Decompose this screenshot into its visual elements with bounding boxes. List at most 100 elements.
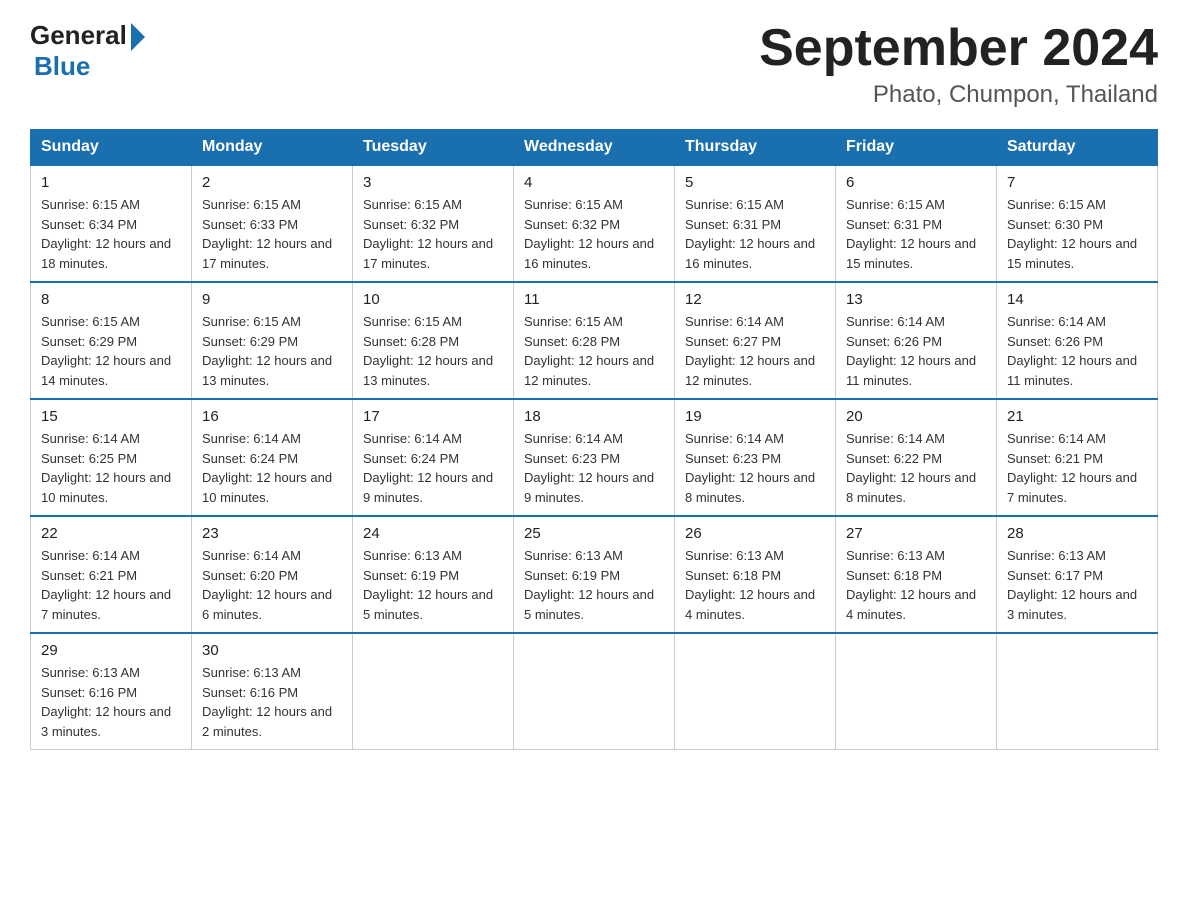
day-number: 28 — [1007, 525, 1147, 542]
day-info: Sunrise: 6:15 AM Sunset: 6:33 PM Dayligh… — [202, 195, 342, 273]
day-cell: 2 Sunrise: 6:15 AM Sunset: 6:33 PM Dayli… — [192, 165, 353, 282]
day-info: Sunrise: 6:14 AM Sunset: 6:20 PM Dayligh… — [202, 546, 342, 624]
day-info: Sunrise: 6:13 AM Sunset: 6:17 PM Dayligh… — [1007, 546, 1147, 624]
day-info: Sunrise: 6:14 AM Sunset: 6:27 PM Dayligh… — [685, 312, 825, 390]
day-info: Sunrise: 6:13 AM Sunset: 6:19 PM Dayligh… — [524, 546, 664, 624]
col-header-saturday: Saturday — [997, 130, 1158, 166]
day-cell: 13 Sunrise: 6:14 AM Sunset: 6:26 PM Dayl… — [836, 282, 997, 399]
day-info: Sunrise: 6:15 AM Sunset: 6:29 PM Dayligh… — [202, 312, 342, 390]
day-number: 5 — [685, 174, 825, 191]
day-number: 13 — [846, 291, 986, 308]
day-cell: 24 Sunrise: 6:13 AM Sunset: 6:19 PM Dayl… — [353, 516, 514, 633]
day-number: 10 — [363, 291, 503, 308]
day-cell: 29 Sunrise: 6:13 AM Sunset: 6:16 PM Dayl… — [31, 633, 192, 750]
day-cell: 14 Sunrise: 6:14 AM Sunset: 6:26 PM Dayl… — [997, 282, 1158, 399]
day-cell — [675, 633, 836, 750]
day-cell — [997, 633, 1158, 750]
day-info: Sunrise: 6:15 AM Sunset: 6:28 PM Dayligh… — [524, 312, 664, 390]
day-cell: 4 Sunrise: 6:15 AM Sunset: 6:32 PM Dayli… — [514, 165, 675, 282]
calendar-week-row: 29 Sunrise: 6:13 AM Sunset: 6:16 PM Dayl… — [31, 633, 1158, 750]
calendar-header-row: SundayMondayTuesdayWednesdayThursdayFrid… — [31, 130, 1158, 166]
day-cell — [353, 633, 514, 750]
day-number: 3 — [363, 174, 503, 191]
calendar-week-row: 1 Sunrise: 6:15 AM Sunset: 6:34 PM Dayli… — [31, 165, 1158, 282]
day-info: Sunrise: 6:15 AM Sunset: 6:34 PM Dayligh… — [41, 195, 181, 273]
calendar-table: SundayMondayTuesdayWednesdayThursdayFrid… — [30, 129, 1158, 750]
day-cell: 30 Sunrise: 6:13 AM Sunset: 6:16 PM Dayl… — [192, 633, 353, 750]
day-cell: 26 Sunrise: 6:13 AM Sunset: 6:18 PM Dayl… — [675, 516, 836, 633]
day-cell: 18 Sunrise: 6:14 AM Sunset: 6:23 PM Dayl… — [514, 399, 675, 516]
col-header-monday: Monday — [192, 130, 353, 166]
page-header: General Blue September 2024 Phato, Chump… — [30, 20, 1158, 109]
day-number: 2 — [202, 174, 342, 191]
day-number: 18 — [524, 408, 664, 425]
col-header-tuesday: Tuesday — [353, 130, 514, 166]
day-info: Sunrise: 6:15 AM Sunset: 6:31 PM Dayligh… — [846, 195, 986, 273]
calendar-week-row: 22 Sunrise: 6:14 AM Sunset: 6:21 PM Dayl… — [31, 516, 1158, 633]
day-info: Sunrise: 6:14 AM Sunset: 6:21 PM Dayligh… — [1007, 429, 1147, 507]
day-number: 8 — [41, 291, 181, 308]
day-number: 4 — [524, 174, 664, 191]
logo-triangle-icon — [131, 23, 145, 51]
day-info: Sunrise: 6:13 AM Sunset: 6:19 PM Dayligh… — [363, 546, 503, 624]
day-info: Sunrise: 6:13 AM Sunset: 6:18 PM Dayligh… — [685, 546, 825, 624]
day-number: 30 — [202, 642, 342, 659]
day-info: Sunrise: 6:14 AM Sunset: 6:25 PM Dayligh… — [41, 429, 181, 507]
day-cell: 7 Sunrise: 6:15 AM Sunset: 6:30 PM Dayli… — [997, 165, 1158, 282]
day-number: 26 — [685, 525, 825, 542]
day-cell: 16 Sunrise: 6:14 AM Sunset: 6:24 PM Dayl… — [192, 399, 353, 516]
day-info: Sunrise: 6:14 AM Sunset: 6:24 PM Dayligh… — [202, 429, 342, 507]
day-cell: 21 Sunrise: 6:14 AM Sunset: 6:21 PM Dayl… — [997, 399, 1158, 516]
day-cell: 25 Sunrise: 6:13 AM Sunset: 6:19 PM Dayl… — [514, 516, 675, 633]
day-cell: 1 Sunrise: 6:15 AM Sunset: 6:34 PM Dayli… — [31, 165, 192, 282]
day-number: 12 — [685, 291, 825, 308]
day-info: Sunrise: 6:15 AM Sunset: 6:31 PM Dayligh… — [685, 195, 825, 273]
day-cell: 15 Sunrise: 6:14 AM Sunset: 6:25 PM Dayl… — [31, 399, 192, 516]
day-number: 9 — [202, 291, 342, 308]
day-number: 14 — [1007, 291, 1147, 308]
day-info: Sunrise: 6:13 AM Sunset: 6:16 PM Dayligh… — [41, 663, 181, 741]
day-number: 29 — [41, 642, 181, 659]
day-info: Sunrise: 6:13 AM Sunset: 6:16 PM Dayligh… — [202, 663, 342, 741]
calendar-body: 1 Sunrise: 6:15 AM Sunset: 6:34 PM Dayli… — [31, 165, 1158, 750]
day-info: Sunrise: 6:15 AM Sunset: 6:28 PM Dayligh… — [363, 312, 503, 390]
day-number: 23 — [202, 525, 342, 542]
col-header-friday: Friday — [836, 130, 997, 166]
day-info: Sunrise: 6:14 AM Sunset: 6:26 PM Dayligh… — [846, 312, 986, 390]
day-cell: 8 Sunrise: 6:15 AM Sunset: 6:29 PM Dayli… — [31, 282, 192, 399]
logo-blue-text: Blue — [34, 51, 90, 82]
day-info: Sunrise: 6:13 AM Sunset: 6:18 PM Dayligh… — [846, 546, 986, 624]
day-cell: 3 Sunrise: 6:15 AM Sunset: 6:32 PM Dayli… — [353, 165, 514, 282]
day-info: Sunrise: 6:15 AM Sunset: 6:30 PM Dayligh… — [1007, 195, 1147, 273]
day-info: Sunrise: 6:14 AM Sunset: 6:21 PM Dayligh… — [41, 546, 181, 624]
day-cell — [836, 633, 997, 750]
calendar-week-row: 15 Sunrise: 6:14 AM Sunset: 6:25 PM Dayl… — [31, 399, 1158, 516]
calendar-week-row: 8 Sunrise: 6:15 AM Sunset: 6:29 PM Dayli… — [31, 282, 1158, 399]
day-number: 11 — [524, 291, 664, 308]
col-header-thursday: Thursday — [675, 130, 836, 166]
day-cell: 17 Sunrise: 6:14 AM Sunset: 6:24 PM Dayl… — [353, 399, 514, 516]
day-info: Sunrise: 6:15 AM Sunset: 6:32 PM Dayligh… — [524, 195, 664, 273]
day-number: 20 — [846, 408, 986, 425]
logo: General Blue — [30, 20, 145, 82]
day-info: Sunrise: 6:14 AM Sunset: 6:23 PM Dayligh… — [524, 429, 664, 507]
day-number: 19 — [685, 408, 825, 425]
calendar-subtitle: Phato, Chumpon, Thailand — [759, 81, 1158, 109]
day-cell: 20 Sunrise: 6:14 AM Sunset: 6:22 PM Dayl… — [836, 399, 997, 516]
day-cell — [514, 633, 675, 750]
day-number: 15 — [41, 408, 181, 425]
day-cell: 12 Sunrise: 6:14 AM Sunset: 6:27 PM Dayl… — [675, 282, 836, 399]
logo-general-text: General — [30, 20, 127, 51]
day-cell: 28 Sunrise: 6:13 AM Sunset: 6:17 PM Dayl… — [997, 516, 1158, 633]
day-info: Sunrise: 6:14 AM Sunset: 6:22 PM Dayligh… — [846, 429, 986, 507]
calendar-title: September 2024 — [759, 20, 1158, 77]
day-info: Sunrise: 6:14 AM Sunset: 6:24 PM Dayligh… — [363, 429, 503, 507]
col-header-sunday: Sunday — [31, 130, 192, 166]
day-number: 16 — [202, 408, 342, 425]
day-number: 7 — [1007, 174, 1147, 191]
day-cell: 9 Sunrise: 6:15 AM Sunset: 6:29 PM Dayli… — [192, 282, 353, 399]
day-cell: 27 Sunrise: 6:13 AM Sunset: 6:18 PM Dayl… — [836, 516, 997, 633]
day-cell: 23 Sunrise: 6:14 AM Sunset: 6:20 PM Dayl… — [192, 516, 353, 633]
day-number: 1 — [41, 174, 181, 191]
day-info: Sunrise: 6:15 AM Sunset: 6:29 PM Dayligh… — [41, 312, 181, 390]
